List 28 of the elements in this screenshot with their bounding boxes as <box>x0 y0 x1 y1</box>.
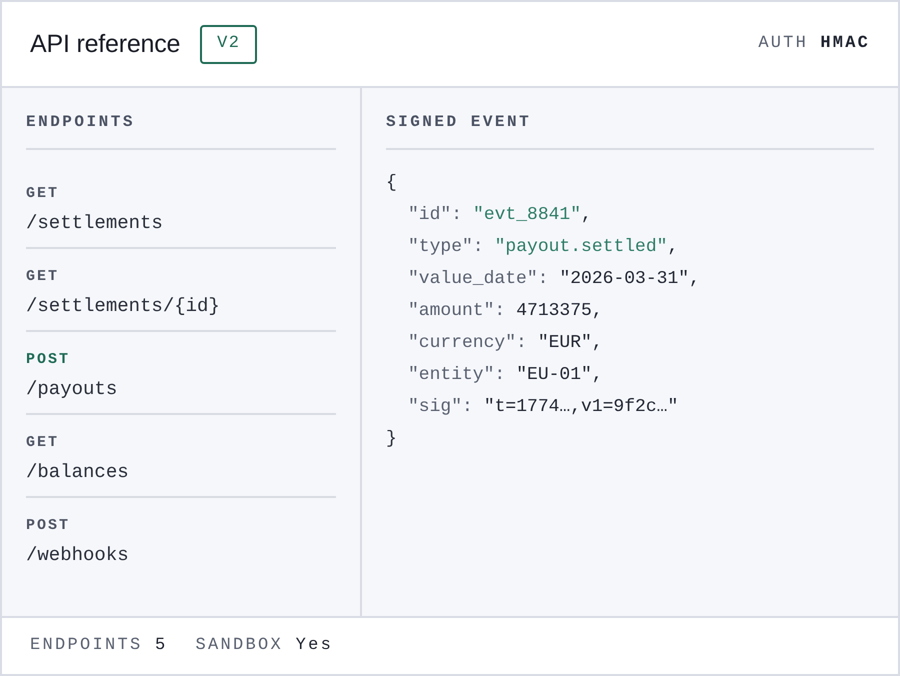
json-key: "amount": <box>408 295 506 327</box>
status-item: SANDBOX Yes <box>196 635 334 658</box>
json-brace: } <box>386 428 397 451</box>
endpoint-item[interactable]: POST /payouts <box>26 332 336 415</box>
page-title: API reference <box>30 29 180 59</box>
json-value: "payout.settled", <box>494 236 678 259</box>
json-brace: { <box>386 172 397 195</box>
json-value: 4713375, <box>516 300 603 323</box>
status-item: ENDPOINTS 5 <box>30 635 168 658</box>
json-value: "evt_8841", <box>473 204 592 227</box>
endpoint-item[interactable]: GET /balances <box>26 415 336 498</box>
version-badge: V2 <box>200 24 258 64</box>
section-heading: ENDPOINTS <box>26 112 135 133</box>
endpoint-item[interactable]: GET /settlements <box>26 166 336 249</box>
json-key: "value_date": <box>408 263 548 295</box>
json-key: "type": <box>408 231 484 263</box>
json-value: "2026-03-31", <box>559 268 700 291</box>
json-key: "sig": <box>408 391 473 423</box>
endpoint-item[interactable]: POST /webhooks <box>26 498 336 579</box>
json-value: "t=1774…,v1=9f2c…" <box>484 396 678 419</box>
json-value: "EUR", <box>538 332 603 355</box>
auth-status: AUTH HMAC <box>758 33 870 56</box>
json-key: "entity": <box>408 359 506 391</box>
json-value: "EU-01", <box>516 364 603 387</box>
section-heading: SIGNED EVENT <box>386 112 532 133</box>
json-key: "id": <box>408 199 462 231</box>
json-key: "currency": <box>408 327 527 359</box>
endpoint-item[interactable]: GET /settlements/{id} <box>26 249 336 332</box>
